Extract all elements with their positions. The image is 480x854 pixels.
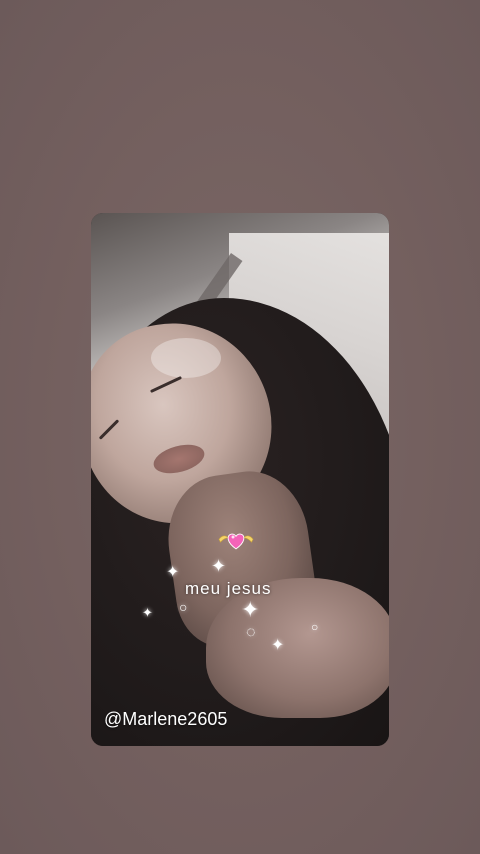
story-caption-text[interactable]: meu jesus	[185, 579, 271, 599]
sparkle-icon: ✦	[166, 564, 180, 581]
username-mention[interactable]: @Marlene2605	[104, 709, 227, 730]
hand-shape	[206, 578, 389, 718]
sparkle-icon: ✦	[241, 597, 260, 622]
heart-with-wings-sticker[interactable]	[216, 526, 256, 554]
heart-with-wings-icon	[218, 533, 254, 550]
sparkle-ring-icon: ○	[179, 599, 188, 615]
sparkle-icon: ✦	[271, 637, 285, 654]
face-highlight	[151, 338, 221, 378]
story-media-card[interactable]: ✦ ✦ ✦ ○ ✦ ◌ ✦ ○ meu jesus @Marlene2605	[91, 213, 389, 746]
sparkle-icon: ✦	[142, 605, 153, 620]
story-photo	[91, 213, 389, 746]
sparkle-ring-icon: ◌	[246, 624, 256, 641]
sparkle-ring-icon: ○	[311, 620, 319, 634]
sparkle-icon: ✦	[211, 556, 227, 576]
